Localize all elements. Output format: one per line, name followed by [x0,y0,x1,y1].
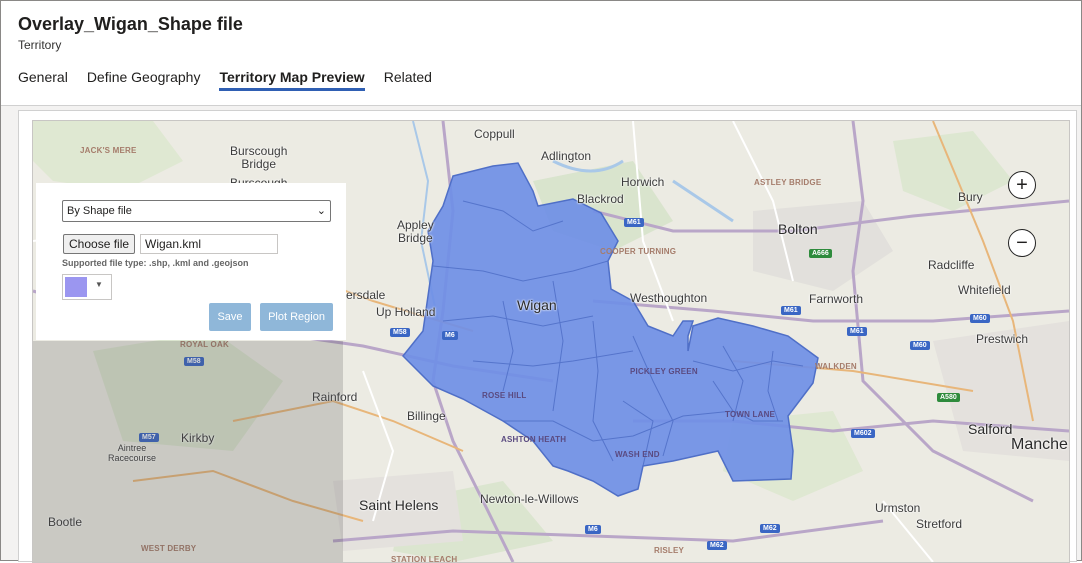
map-label-westhoughton: Westhoughton [630,291,708,305]
plot-region-button[interactable]: Plot Region [260,303,333,331]
map-label-ashton-heath: ASHTON HEATH [501,435,567,444]
map-label-up-holland: Up Holland [376,305,436,319]
save-button[interactable]: Save [209,303,251,331]
map-label-risley: RISLEY [654,546,685,555]
road-shield-m6: M6 [585,525,601,534]
map-label-manchester: Manche [1011,436,1068,453]
map-label-prestwich: Prestwich [976,332,1029,346]
chevron-down-icon: ⌄ [316,205,326,217]
region-color-picker[interactable]: ▼ [62,274,112,300]
road-shield-m58: M58 [390,328,410,337]
map-overlay-shade [33,341,343,562]
road-shield-m60: M60 [910,341,930,350]
map-label-adlington: Adlington [541,149,592,163]
tab-general[interactable]: General [18,67,68,91]
map-label-pickley-green: PICKLEY GREEN [630,367,698,376]
map-label-coppull: Coppull [474,127,515,141]
zoom-out-button[interactable]: − [1008,229,1036,257]
road-shield-m60: M60 [970,314,990,323]
road-shield-m61: M61 [781,306,801,315]
file-name-field[interactable]: Wigan.kml [140,234,278,254]
map-label-farnworth: Farnworth [809,292,864,306]
entity-type-label: Territory [18,38,62,52]
map-label-skelmersdale: ersdale [346,288,386,302]
map-label-whitefield: Whitefield [958,283,1011,297]
tab-define-geography[interactable]: Define Geography [87,67,201,91]
road-shield-m61: M61 [847,327,867,336]
zoom-in-button[interactable]: + [1008,171,1036,199]
record-header: Overlay_Wigan_Shape file Territory Gener… [1,1,1081,106]
map-label-bolton: Bolton [778,221,818,237]
map-label-radcliffe: Radcliffe [928,258,975,272]
map-label-newton-le-willows: Newton-le-Willows [480,492,579,506]
map-label-wash-end: WASH END [615,450,660,459]
shape-file-control-panel: By Shape file ⌄ Choose file Wigan.kml Su… [36,183,346,340]
caret-down-icon: ▼ [95,280,103,289]
map-label-cooper-turning: COOPER TURNING [600,247,677,256]
map-label-astley-bridge: ASTLEY BRIDGE [754,178,822,187]
map-label-walkden: WALKDEN [815,362,857,371]
map-label-horwich: Horwich [621,175,665,189]
map-label-town-lane: TOWN LANE [725,410,776,419]
map-label-appley-bridge: Appley Bridge [397,218,434,245]
supported-file-type-hint: Supported file type: .shp, .kml and .geo… [62,258,249,268]
road-shield-m62: M62 [760,524,780,533]
map-label-blackrod: Blackrod [577,192,624,206]
map-label-saint-helens: Saint Helens [359,497,439,513]
map-label-stretford: Stretford [916,517,963,531]
road-shield-m6: M6 [442,331,458,340]
road-shield-m62: M62 [707,541,727,550]
tab-bar: General Define Geography Territory Map P… [18,67,451,95]
map-label-wigan: Wigan [517,297,557,313]
map-label-rose-hill: ROSE HILL [482,391,527,400]
road-shield-a580: A580 [937,393,960,402]
road-shield-m602: M602 [851,429,875,438]
mode-select[interactable]: By Shape file ⌄ [62,200,331,222]
map-label-station-leach: STATION LEACH [391,555,458,563]
map-label-urmston: Urmston [875,501,921,515]
page-title: Overlay_Wigan_Shape file [18,14,243,34]
map-label-bury: Bury [958,190,983,204]
mode-select-value: By Shape file [67,205,132,217]
tab-related[interactable]: Related [384,67,432,91]
tab-territory-map-preview[interactable]: Territory Map Preview [219,67,365,91]
road-shield-m61: M61 [624,218,644,227]
choose-file-button[interactable]: Choose file [63,234,136,254]
color-swatch [65,277,87,297]
map-label-billinge: Billinge [407,409,446,423]
map-label-burscough-bridge: Burscough Bridge [230,144,288,171]
map-label-salford: Salford [968,421,1013,437]
map-label-jacks-mere: JACK'S MERE [80,146,137,155]
road-shield-a666: A666 [809,249,832,258]
